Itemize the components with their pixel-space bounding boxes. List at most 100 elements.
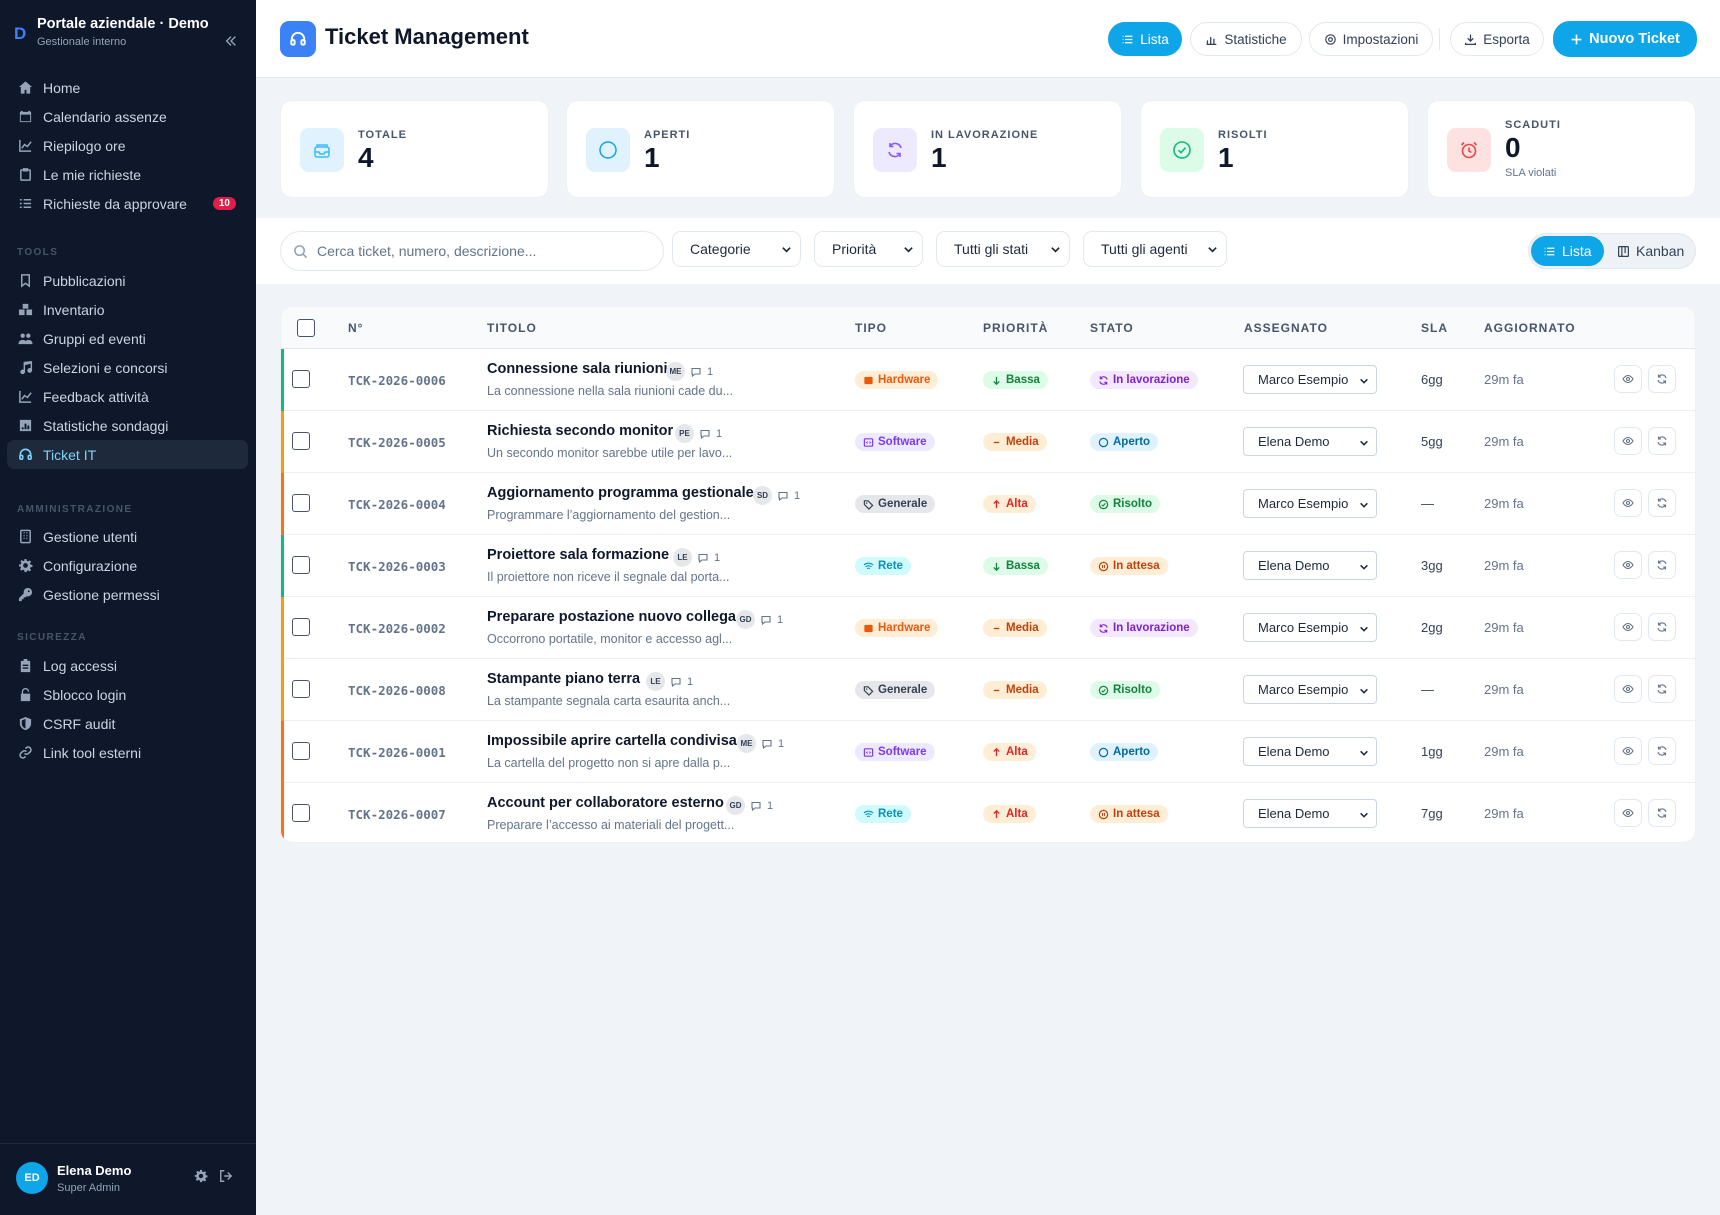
sidebar-item-link-tool-esterni[interactable]: Link tool esterni	[7, 738, 248, 767]
sidebar-item-gruppi-ed-eventi[interactable]: Gruppi ed eventi	[7, 324, 248, 353]
refresh-ticket-button[interactable]	[1648, 551, 1676, 579]
ticket-number[interactable]: TCK-2026-0003	[348, 559, 446, 574]
sidebar-item-pubblicazioni[interactable]: Pubblicazioni	[7, 266, 248, 295]
settings-button[interactable]: Impostazioni	[1309, 22, 1433, 56]
ticket-title[interactable]: Richiesta secondo monitor	[487, 423, 673, 439]
table-row[interactable]: TCK-2026-0008 Stampante piano terra LE 1…	[281, 659, 1695, 721]
ticket-title[interactable]: Account per collaboratore esterno	[487, 795, 724, 811]
refresh-ticket-button[interactable]	[1648, 613, 1676, 641]
ticket-title[interactable]: Preparare postazione nuovo collega	[487, 609, 736, 625]
table-row[interactable]: TCK-2026-0002 Preparare postazione nuovo…	[281, 597, 1695, 659]
sidebar-item-feedback-attivita[interactable]: Feedback attività	[7, 382, 248, 411]
ticket-title[interactable]: Impossibile aprire cartella condivisa	[487, 733, 737, 749]
row-checkbox[interactable]	[292, 804, 310, 822]
ticket-number[interactable]: TCK-2026-0004	[348, 497, 446, 512]
select-all-checkbox[interactable]	[297, 319, 315, 337]
sidebar-item-richieste-da-approvare[interactable]: Richieste da approvare 10	[7, 189, 248, 218]
assignee-select[interactable]: Marco Esempio	[1243, 675, 1377, 704]
row-checkbox[interactable]	[292, 618, 310, 636]
ticket-title[interactable]: Stampante piano terra	[487, 671, 640, 687]
assignee-select[interactable]: Elena Demo	[1243, 427, 1377, 456]
refresh-ticket-button[interactable]	[1648, 365, 1676, 393]
sidebar-item-gestione-permessi[interactable]: Gestione permessi	[7, 580, 248, 609]
sidebar-item-log-accessi[interactable]: Log accessi	[7, 651, 248, 680]
view-ticket-button[interactable]	[1614, 489, 1642, 517]
bar-chart-icon	[1206, 36, 1217, 45]
gear-icon[interactable]	[194, 1169, 212, 1187]
refresh-ticket-button[interactable]	[1648, 799, 1676, 827]
sidebar-item-riepilogo-ore[interactable]: Riepilogo ore	[7, 131, 248, 160]
view-ticket-button[interactable]	[1614, 737, 1642, 765]
sidebar-item-le-mie-richieste[interactable]: Le mie richieste	[7, 160, 248, 189]
refresh-ticket-button[interactable]	[1648, 427, 1676, 455]
status-filter[interactable]: Tutti gli stati	[936, 231, 1070, 267]
row-checkbox[interactable]	[292, 680, 310, 698]
row-checkbox[interactable]	[292, 494, 310, 512]
ticket-number[interactable]: TCK-2026-0008	[348, 683, 446, 698]
table-row[interactable]: TCK-2026-0007 Account per collaboratore …	[281, 783, 1695, 842]
sidebar-item-home[interactable]: Home	[7, 73, 248, 102]
ticket-title[interactable]: Aggiornamento programma gestionale	[487, 485, 754, 501]
priority-filter[interactable]: Priorità	[814, 231, 923, 267]
view-ticket-button[interactable]	[1614, 551, 1642, 579]
sidebar-item-selezioni-e-concorsi[interactable]: Selezioni e concorsi	[7, 353, 248, 382]
kanban-toggle-button[interactable]: Kanban	[1605, 236, 1696, 266]
ticket-number[interactable]: TCK-2026-0005	[348, 435, 446, 450]
view-ticket-button[interactable]	[1614, 365, 1642, 393]
logout-icon[interactable]	[219, 1169, 237, 1187]
sidebar-item-ticket-it[interactable]: Ticket IT	[7, 440, 248, 469]
view-ticket-button[interactable]	[1614, 427, 1642, 455]
ticket-title[interactable]: Connessione sala riunioni	[487, 361, 667, 377]
ticket-number[interactable]: TCK-2026-0007	[348, 807, 446, 822]
table-row[interactable]: TCK-2026-0004 Aggiornamento programma ge…	[281, 473, 1695, 535]
refresh-ticket-button[interactable]	[1648, 675, 1676, 703]
updated-value: 29m fa	[1484, 744, 1524, 759]
agent-filter-value: Tutti gli agenti	[1101, 241, 1188, 257]
ticket-number[interactable]: TCK-2026-0002	[348, 621, 446, 636]
assignee-select[interactable]: Marco Esempio	[1243, 613, 1377, 642]
new-ticket-button[interactable]: Nuovo Ticket	[1553, 21, 1697, 57]
list-check-icon	[18, 196, 33, 211]
assignee-select[interactable]: Elena Demo	[1243, 737, 1377, 766]
view-ticket-button[interactable]	[1614, 613, 1642, 641]
table-row[interactable]: TCK-2026-0003 Proiettore sala formazione…	[281, 535, 1695, 597]
statistics-button[interactable]: Statistiche	[1190, 22, 1302, 56]
assignee-select[interactable]: Elena Demo	[1243, 799, 1377, 828]
pause-circle-icon	[1098, 809, 1109, 819]
view-ticket-button[interactable]	[1614, 675, 1642, 703]
sidebar-item-configurazione[interactable]: Configurazione	[7, 551, 248, 580]
sync-icon	[1099, 375, 1108, 385]
row-checkbox[interactable]	[292, 556, 310, 574]
sidebar-item-sblocco-login[interactable]: Sblocco login	[7, 680, 248, 709]
assignee-select[interactable]: Elena Demo	[1243, 551, 1377, 580]
sidebar-item-inventario[interactable]: Inventario	[7, 295, 248, 324]
sidebar-item-statistiche-sondaggi[interactable]: Statistiche sondaggi	[7, 411, 248, 440]
table-row[interactable]: TCK-2026-0005 Richiesta secondo monitor …	[281, 411, 1695, 473]
assignee-select[interactable]: Marco Esempio	[1243, 489, 1377, 518]
row-checkbox[interactable]	[292, 370, 310, 388]
filter-bar: Categorie Priorità Tutti gli stati Tutti…	[256, 218, 1720, 284]
list-toggle-button[interactable]: Lista	[1531, 236, 1604, 266]
export-button[interactable]: Esporta	[1450, 22, 1544, 56]
assignee-select[interactable]: Marco Esempio	[1243, 365, 1377, 394]
collapse-sidebar-icon[interactable]	[220, 30, 242, 52]
table-row[interactable]: TCK-2026-0001 Impossibile aprire cartell…	[281, 721, 1695, 783]
toolbar-divider	[1439, 28, 1440, 50]
table-row[interactable]: TCK-2026-0006 Connessione sala riunioni …	[281, 349, 1695, 411]
search-input[interactable]	[317, 232, 657, 270]
view-ticket-button[interactable]	[1614, 799, 1642, 827]
ticket-number[interactable]: TCK-2026-0006	[348, 373, 446, 388]
agent-filter[interactable]: Tutti gli agenti	[1083, 231, 1227, 267]
eye-icon	[1622, 808, 1634, 818]
sidebar-item-gestione-utenti[interactable]: Gestione utenti	[7, 522, 248, 551]
sidebar-item-calendario-assenze[interactable]: Calendario assenze	[7, 102, 248, 131]
refresh-ticket-button[interactable]	[1648, 737, 1676, 765]
refresh-ticket-button[interactable]	[1648, 489, 1676, 517]
ticket-number[interactable]: TCK-2026-0001	[348, 745, 446, 760]
ticket-title[interactable]: Proiettore sala formazione	[487, 547, 669, 563]
row-checkbox[interactable]	[292, 432, 310, 450]
category-filter[interactable]: Categorie	[672, 231, 801, 267]
row-checkbox[interactable]	[292, 742, 310, 760]
list-view-button[interactable]: Lista	[1108, 22, 1182, 56]
sidebar-item-csrf-audit[interactable]: CSRF audit	[7, 709, 248, 738]
